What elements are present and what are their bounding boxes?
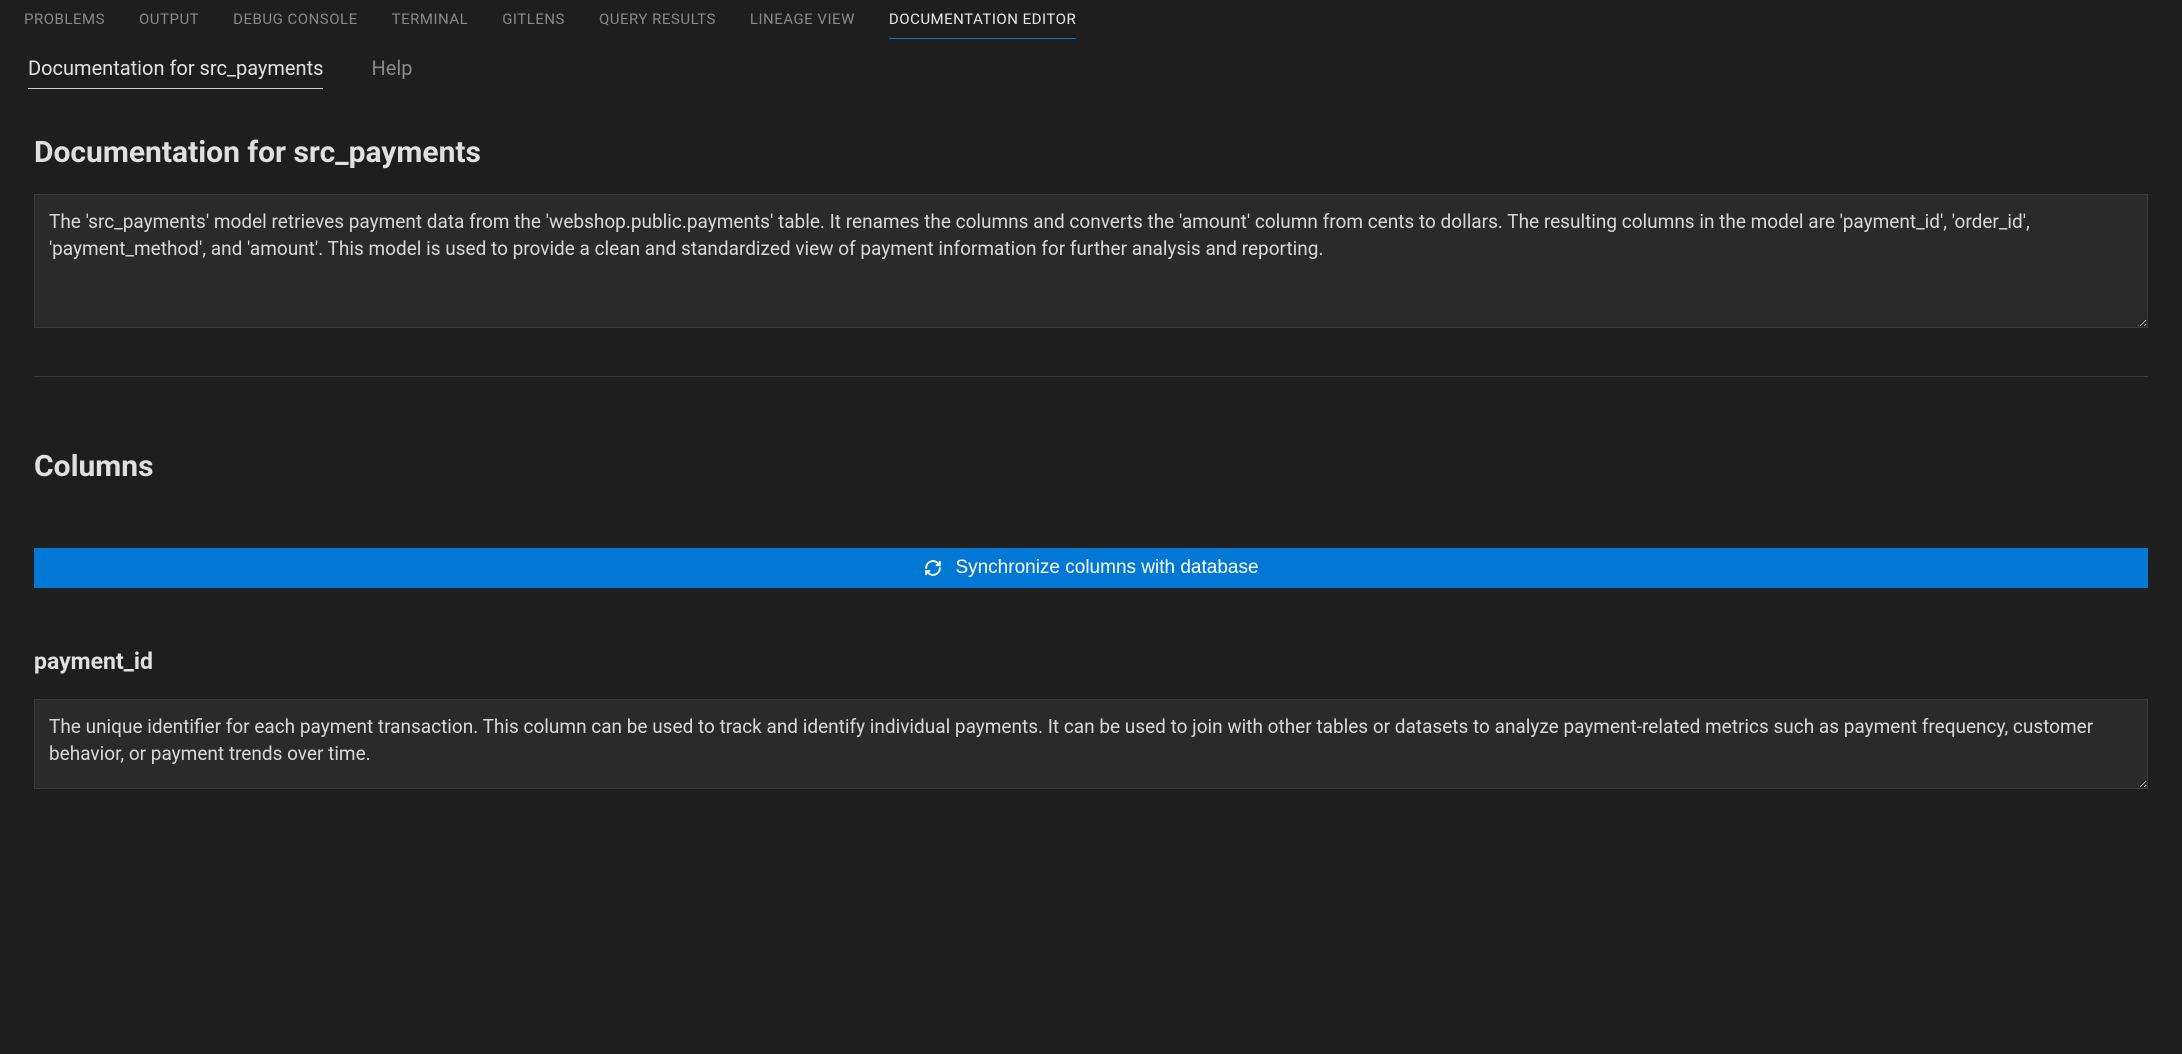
model-description-textarea[interactable]: The 'src_payments' model retrieves payme…	[34, 194, 2148, 328]
tab-lineage-view[interactable]: LINEAGE VIEW	[750, 10, 855, 40]
panel-tabs: PROBLEMS OUTPUT DEBUG CONSOLE TERMINAL G…	[0, 0, 2182, 40]
tab-documentation-editor[interactable]: DOCUMENTATION EDITOR	[889, 10, 1076, 39]
column-description-textarea-payment-id[interactable]: The unique identifier for each payment t…	[34, 699, 2148, 789]
tab-problems[interactable]: PROBLEMS	[24, 10, 105, 40]
sub-tabs: Documentation for src_payments Help	[0, 40, 2182, 89]
tab-debug-console[interactable]: DEBUG CONSOLE	[233, 10, 358, 40]
subtab-help[interactable]: Help	[371, 56, 412, 89]
page-title: Documentation for src_payments	[34, 135, 2148, 170]
column-name-payment-id: payment_id	[34, 648, 2148, 675]
sync-icon	[923, 558, 943, 578]
columns-section-title: Columns	[34, 449, 2148, 484]
tab-gitlens[interactable]: GITLENS	[502, 10, 565, 40]
synchronize-columns-button[interactable]: Synchronize columns with database	[34, 548, 2148, 588]
sync-button-label: Synchronize columns with database	[955, 557, 1258, 579]
tab-query-results[interactable]: QUERY RESULTS	[599, 10, 716, 40]
content-area: Documentation for src_payments The 'src_…	[0, 89, 2182, 793]
section-divider	[34, 376, 2148, 377]
tab-output[interactable]: OUTPUT	[139, 10, 199, 40]
subtab-documentation[interactable]: Documentation for src_payments	[28, 56, 323, 89]
tab-terminal[interactable]: TERMINAL	[392, 10, 469, 40]
